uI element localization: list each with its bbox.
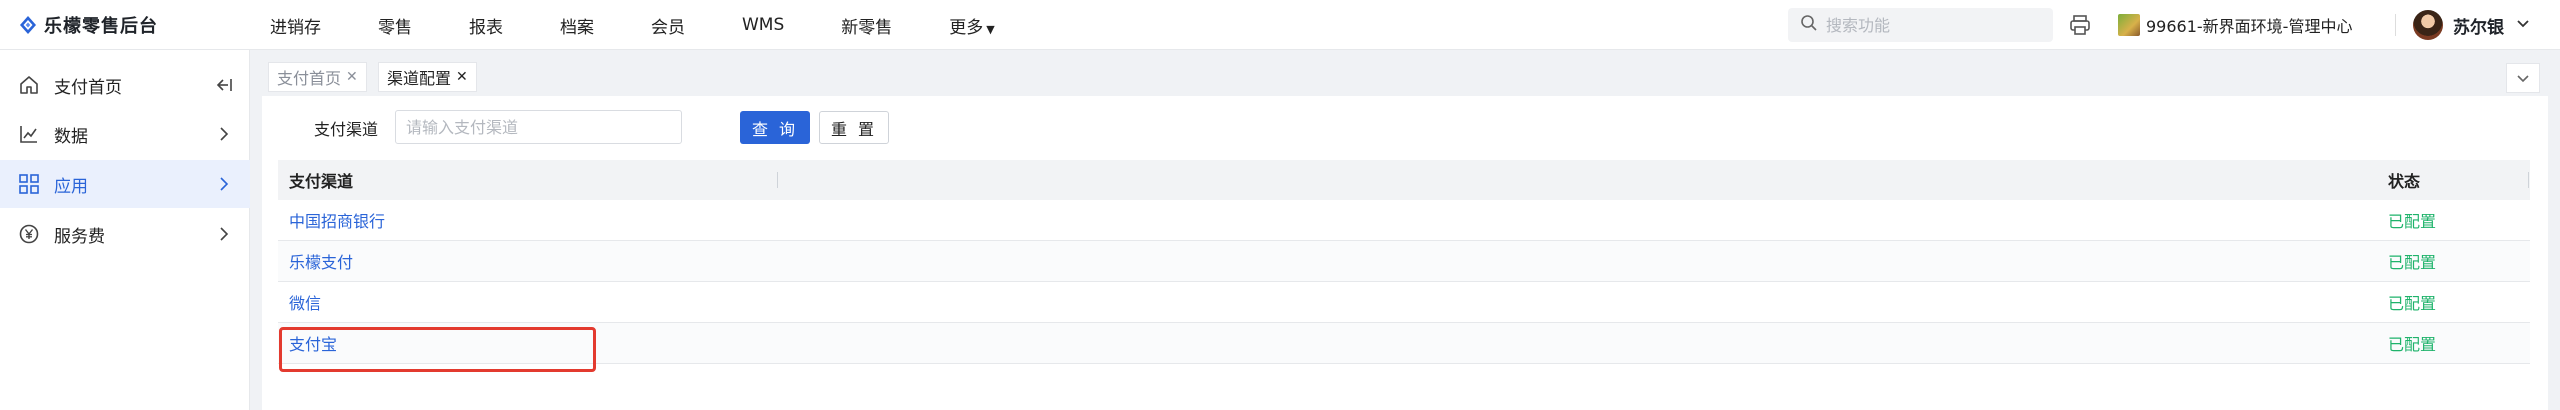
status-badge: 已配置 [2388, 335, 2437, 354]
channel-link[interactable]: 中国招商银行 [289, 200, 385, 240]
channel-search-input[interactable] [395, 110, 682, 144]
channel-link[interactable]: 支付宝 [289, 323, 337, 363]
printer-icon[interactable] [2068, 13, 2092, 37]
column-header-channel: 支付渠道 [289, 172, 354, 191]
table-row: 中国招商银行 已配置 [278, 200, 2530, 241]
tabs-dropdown-button[interactable] [2506, 63, 2540, 93]
search-box[interactable] [1788, 8, 2053, 42]
sidebar-item-label: 数据 [54, 126, 88, 147]
store-name: 99661-新界面环境-管理中心 [2146, 17, 2353, 36]
column-divider [777, 172, 778, 188]
yen-icon [18, 223, 40, 245]
nav-item-reports[interactable]: 报表 [469, 13, 503, 38]
chevron-right-icon [214, 126, 234, 142]
channel-link[interactable]: 微信 [289, 282, 321, 322]
close-icon[interactable]: ✕ [456, 69, 468, 85]
table-header: 支付渠道 状态 [278, 160, 2530, 200]
table-row: 乐檬支付 已配置 [278, 241, 2530, 282]
channel-table: 支付渠道 状态 中国招商银行 已配置 乐檬支付 已配置 微信 已配置 支付宝 已… [278, 160, 2530, 364]
status-badge: 已配置 [2388, 212, 2437, 231]
top-nav: 进销存 零售 报表 档案 会员 WMS 新零售 更多 ▼ [270, 0, 1052, 50]
user-menu[interactable]: 苏尔银 [2413, 9, 2530, 41]
collapse-sidebar-icon[interactable] [214, 77, 234, 93]
tab-label: 渠道配置 [387, 69, 452, 88]
table-row: 支付宝 已配置 [278, 323, 2530, 364]
search-input[interactable] [1826, 15, 2026, 35]
user-name: 苏尔银 [2453, 17, 2504, 38]
nav-item-wms[interactable]: WMS [742, 15, 784, 35]
chevron-down-icon [2516, 17, 2530, 33]
status-badge: 已配置 [2388, 294, 2437, 313]
tab-label: 支付首页 [277, 69, 342, 88]
chart-line-icon [18, 123, 40, 145]
nav-item-more[interactable]: 更多 ▼ [949, 13, 994, 38]
nav-more-label: 更多 [949, 17, 984, 38]
grid-icon [18, 173, 40, 195]
chevron-down-icon [2516, 69, 2530, 88]
query-button[interactable]: 查 询 [740, 111, 810, 144]
app-logo[interactable]: 乐檬零售后台 [18, 13, 158, 37]
chevron-right-icon [214, 226, 234, 242]
sidebar: 支付首页 数据 应用 服务费 [0, 50, 250, 410]
top-bar: 乐檬零售后台 进销存 零售 报表 档案 会员 WMS 新零售 更多▼ 99661… [0, 0, 2560, 50]
tab-channel-config[interactable]: 渠道配置 ✕ [378, 62, 477, 92]
search-icon [1800, 14, 1818, 36]
sidebar-item-service-fee[interactable]: 服务费 [0, 210, 250, 258]
sidebar-item-label: 支付首页 [54, 77, 122, 98]
sidebar-item-data[interactable]: 数据 [0, 110, 250, 158]
column-divider [2528, 172, 2529, 188]
caret-down-icon: ▼ [986, 22, 995, 36]
content-panel: 支付渠道 查 询 重 置 支付渠道 状态 中国招商银行 已配置 乐檬支付 已配置… [262, 96, 2548, 410]
nav-item-archives[interactable]: 档案 [560, 13, 594, 38]
nav-item-new-retail[interactable]: 新零售 [841, 13, 892, 38]
avatar [2413, 10, 2443, 40]
home-icon [18, 74, 40, 96]
nav-item-retail[interactable]: 零售 [378, 13, 412, 38]
nav-item-inventory[interactable]: 进销存 [270, 13, 321, 38]
nav-item-members[interactable]: 会员 [651, 13, 685, 38]
sidebar-item-apps[interactable]: 应用 [0, 160, 250, 208]
chevron-right-icon [214, 176, 234, 192]
status-badge: 已配置 [2388, 253, 2437, 272]
close-icon[interactable]: ✕ [346, 69, 358, 85]
divider [2395, 14, 2396, 36]
tab-payment-home[interactable]: 支付首页 ✕ [268, 62, 367, 92]
reset-button[interactable]: 重 置 [819, 111, 889, 144]
app-title: 乐檬零售后台 [44, 16, 158, 37]
column-header-status: 状态 [2388, 172, 2421, 191]
store-switcher[interactable]: 99661-新界面环境-管理中心 [2118, 13, 2352, 37]
channel-link[interactable]: 乐檬支付 [289, 241, 353, 281]
sidebar-item-label: 应用 [54, 176, 88, 197]
logo-icon [18, 15, 38, 35]
table-row: 微信 已配置 [278, 282, 2530, 323]
sidebar-item-payment-home[interactable]: 支付首页 [0, 61, 250, 109]
store-thumbnail [2118, 14, 2140, 36]
filter-label: 支付渠道 [314, 120, 379, 139]
tabs-bar: 支付首页 ✕ 渠道配置 ✕ [262, 60, 2548, 94]
sidebar-item-label: 服务费 [54, 226, 105, 247]
